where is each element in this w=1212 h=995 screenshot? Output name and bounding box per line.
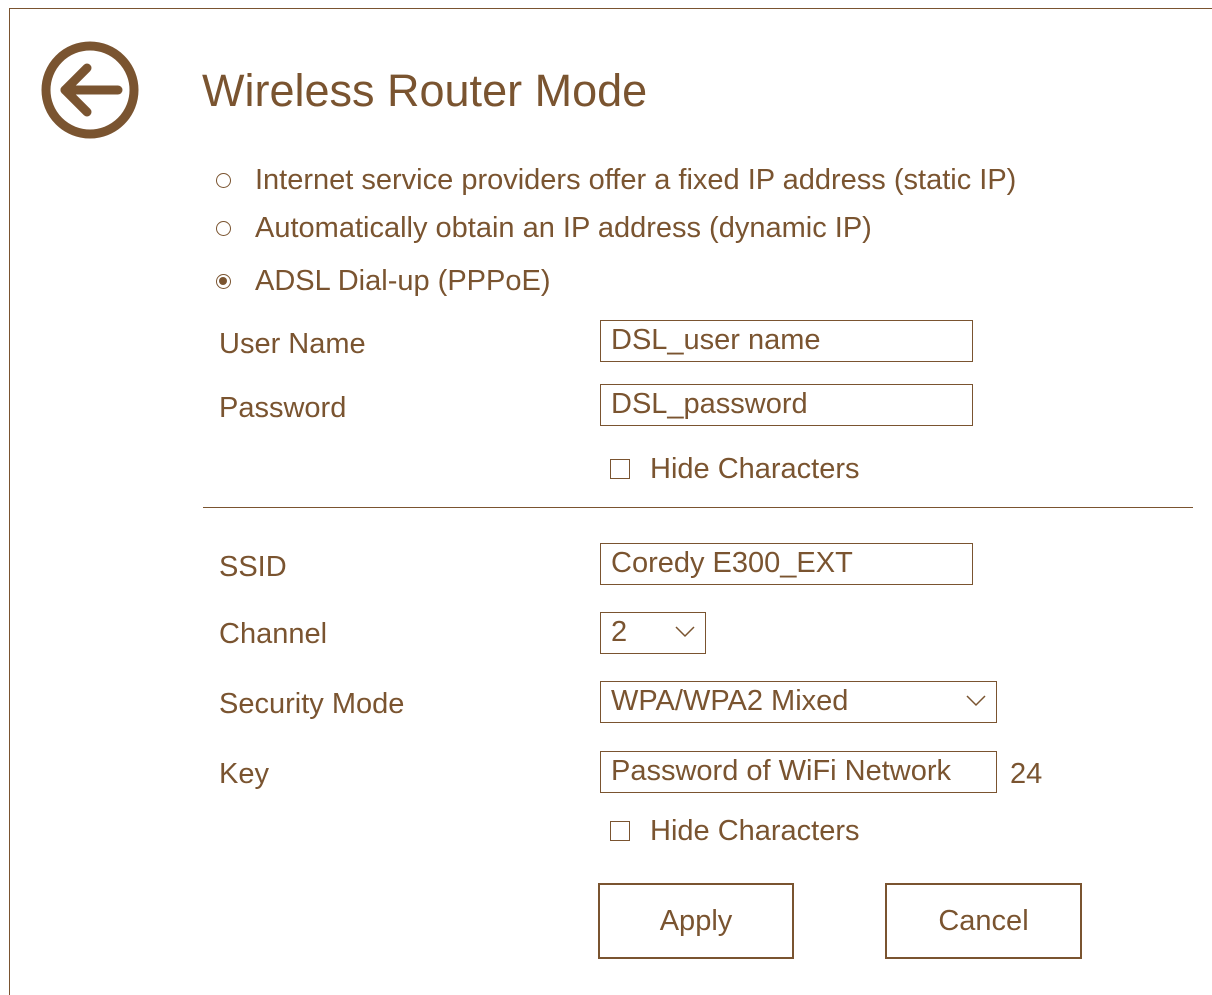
ssid-input[interactable]: Coredy E300_EXT	[600, 543, 973, 585]
password-label: Password	[219, 392, 347, 424]
key-input[interactable]: Password of WiFi Network	[600, 751, 997, 793]
radio-button[interactable]	[216, 273, 231, 289]
username-label: User Name	[219, 328, 366, 360]
security-mode-select[interactable]: WPA/WPA2 Mixed	[600, 681, 997, 723]
radio-static-ip[interactable]: Internet service providers offer a fixed…	[216, 162, 1016, 198]
radio-dynamic-ip[interactable]: Automatically obtain an IP address (dyna…	[216, 210, 872, 246]
page-title: Wireless Router Mode	[202, 65, 648, 116]
security-mode-label: Security Mode	[219, 688, 405, 720]
chevron-down-icon	[675, 626, 695, 638]
ssid-label: SSID	[219, 551, 287, 583]
chevron-down-icon	[966, 695, 986, 707]
hide-characters-label: Hide Characters	[650, 453, 860, 485]
back-button[interactable]	[40, 40, 140, 140]
radio-button[interactable]	[216, 220, 231, 236]
username-input[interactable]: DSL_user name	[600, 320, 973, 362]
radio-label: Internet service providers offer a fixed…	[255, 164, 1017, 196]
radio-pppoe[interactable]: ADSL Dial-up (PPPoE)	[216, 263, 550, 299]
security-mode-value: WPA/WPA2 Mixed	[611, 685, 849, 717]
apply-button[interactable]: Apply	[598, 883, 794, 959]
hide-characters-label: Hide Characters	[650, 815, 860, 847]
pppoe-hide-characters[interactable]: Hide Characters	[610, 451, 860, 487]
radio-label: ADSL Dial-up (PPPoE)	[255, 265, 551, 297]
radio-label: Automatically obtain an IP address (dyna…	[255, 212, 872, 244]
key-hide-characters[interactable]: Hide Characters	[610, 813, 860, 849]
channel-value: 2	[611, 616, 628, 648]
channel-label: Channel	[219, 618, 328, 650]
section-divider	[203, 507, 1193, 508]
arrow-left-circle-icon	[41, 41, 139, 139]
password-input[interactable]: DSL_password	[600, 384, 973, 426]
hide-characters-checkbox[interactable]	[610, 459, 630, 479]
radio-button[interactable]	[216, 172, 231, 188]
hide-characters-checkbox[interactable]	[610, 821, 630, 841]
channel-select[interactable]: 2	[600, 612, 706, 654]
cancel-button[interactable]: Cancel	[885, 883, 1082, 959]
key-label: Key	[219, 758, 269, 790]
key-length-count: 24	[1010, 758, 1043, 790]
